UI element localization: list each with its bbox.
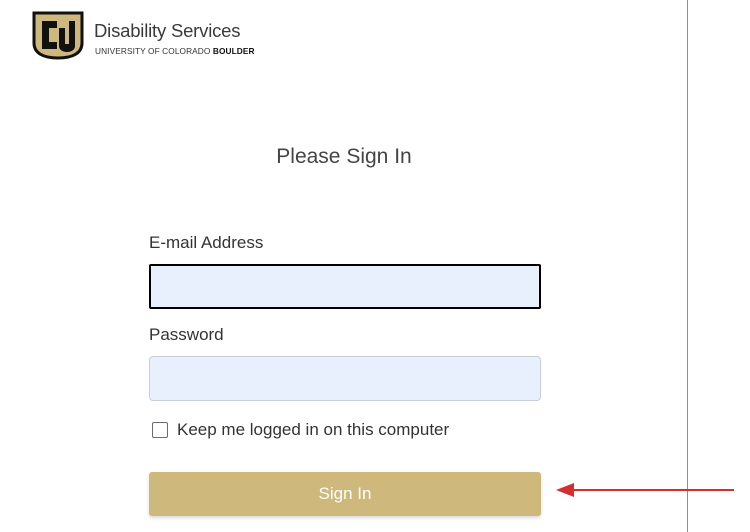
brand-subtitle-bold: BOULDER: [212, 46, 255, 56]
password-label: Password: [149, 325, 224, 344]
brand-subtitle: UNIVERSITY OF COLORADO BOULDER: [95, 46, 255, 56]
page-title: Please Sign In: [276, 145, 412, 168]
sign-in-button[interactable]: Sign In: [149, 472, 541, 516]
remember-me[interactable]: Keep me logged in on this computer: [152, 420, 449, 440]
remember-label: Keep me logged in on this computer: [177, 420, 450, 439]
brand-name: Disability Services: [94, 20, 241, 41]
cu-logo-icon: [32, 11, 84, 60]
brand-subtitle-prefix: UNIVERSITY OF COLORADO: [95, 46, 213, 56]
remember-checkbox[interactable]: [152, 422, 168, 438]
email-label: E-mail Address: [149, 233, 264, 252]
password-field[interactable]: [149, 356, 541, 401]
email-field[interactable]: [149, 264, 541, 309]
vertical-divider: [687, 0, 688, 532]
arrow-left-icon: [556, 483, 734, 497]
